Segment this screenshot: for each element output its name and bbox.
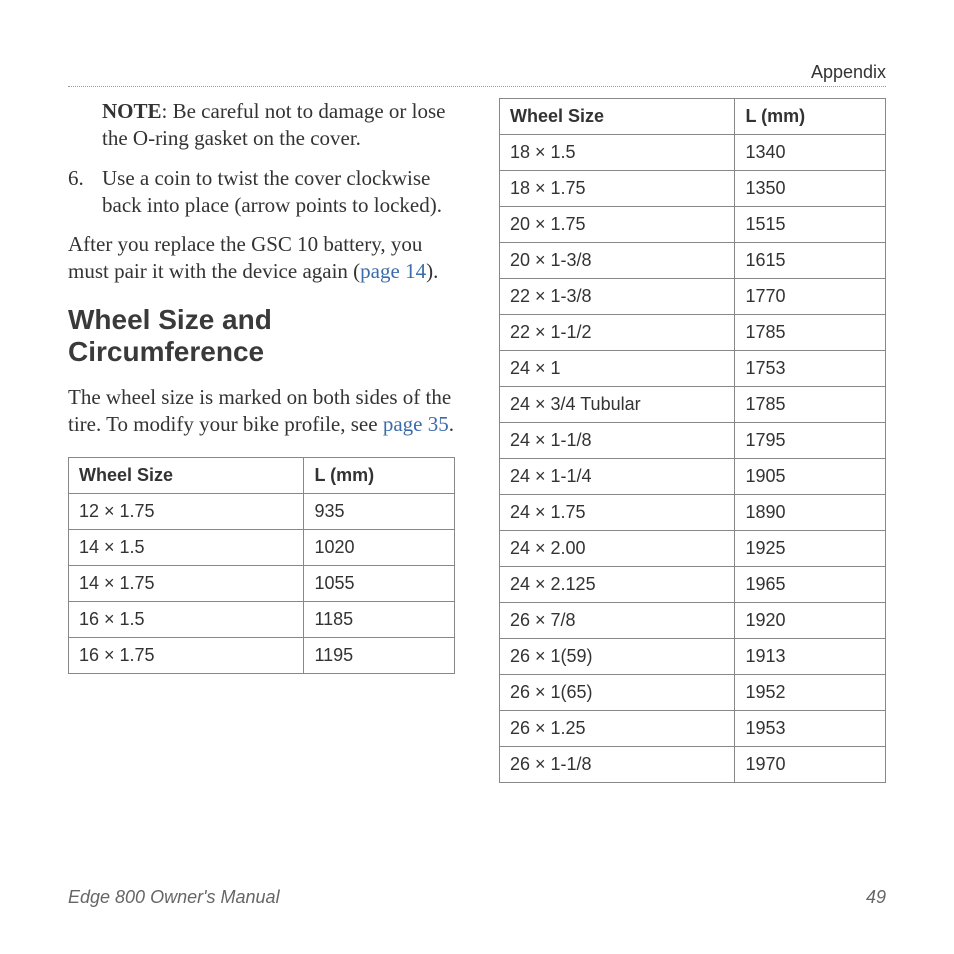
left-column: NOTE: Be careful not to damage or lose t… bbox=[68, 98, 455, 783]
table-row: 26 × 7/81920 bbox=[500, 603, 886, 639]
wheel-size-table-left: Wheel Size L (mm) 12 × 1.75935 14 × 1.51… bbox=[68, 457, 455, 674]
cell-l: 1785 bbox=[735, 315, 886, 351]
wheel-size-table-right: Wheel Size L (mm) 18 × 1.51340 18 × 1.75… bbox=[499, 98, 886, 783]
table-row: 24 × 1-1/41905 bbox=[500, 459, 886, 495]
page-14-link[interactable]: page 14 bbox=[360, 259, 426, 283]
cell-size: 26 × 7/8 bbox=[500, 603, 735, 639]
table-row: 20 × 1-3/81615 bbox=[500, 243, 886, 279]
cell-l: 1350 bbox=[735, 171, 886, 207]
para-after: ). bbox=[426, 259, 438, 283]
cell-l: 1615 bbox=[735, 243, 886, 279]
cell-size: 26 × 1.25 bbox=[500, 711, 735, 747]
note-paragraph: NOTE: Be careful not to damage or lose t… bbox=[102, 98, 455, 153]
table-row: 26 × 1.251953 bbox=[500, 711, 886, 747]
table-row: 24 × 1.751890 bbox=[500, 495, 886, 531]
table-row: 16 × 1.751195 bbox=[69, 637, 455, 673]
table-row: 20 × 1.751515 bbox=[500, 207, 886, 243]
cell-l: 1515 bbox=[735, 207, 886, 243]
cell-l: 1185 bbox=[304, 601, 455, 637]
cell-l: 1952 bbox=[735, 675, 886, 711]
cell-l: 1753 bbox=[735, 351, 886, 387]
table-row: 26 × 1(59)1913 bbox=[500, 639, 886, 675]
table-row: 26 × 1(65)1952 bbox=[500, 675, 886, 711]
cell-l: 1913 bbox=[735, 639, 886, 675]
cell-size: 24 × 3/4 Tubular bbox=[500, 387, 735, 423]
cell-size: 24 × 1-1/4 bbox=[500, 459, 735, 495]
page: Appendix NOTE: Be careful not to damage … bbox=[0, 0, 954, 954]
cell-size: 22 × 1-1/2 bbox=[500, 315, 735, 351]
cell-size: 18 × 1.75 bbox=[500, 171, 735, 207]
col-header-l-mm: L (mm) bbox=[304, 457, 455, 493]
cell-l: 935 bbox=[304, 493, 455, 529]
cell-size: 20 × 1-3/8 bbox=[500, 243, 735, 279]
cell-l: 1195 bbox=[304, 637, 455, 673]
cell-l: 1785 bbox=[735, 387, 886, 423]
table-row: 14 × 1.751055 bbox=[69, 565, 455, 601]
table-row: 22 × 1-3/81770 bbox=[500, 279, 886, 315]
cell-l: 1925 bbox=[735, 531, 886, 567]
intro-after: . bbox=[449, 412, 454, 436]
cell-size: 24 × 2.125 bbox=[500, 567, 735, 603]
cell-l: 1970 bbox=[735, 747, 886, 783]
cell-l: 1795 bbox=[735, 423, 886, 459]
table-row: 24 × 11753 bbox=[500, 351, 886, 387]
header-section: Appendix bbox=[811, 62, 886, 83]
cell-l: 1770 bbox=[735, 279, 886, 315]
cell-size: 24 × 2.00 bbox=[500, 531, 735, 567]
col-header-wheel-size: Wheel Size bbox=[500, 99, 735, 135]
cell-size: 16 × 1.5 bbox=[69, 601, 304, 637]
cell-size: 14 × 1.75 bbox=[69, 565, 304, 601]
content-columns: NOTE: Be careful not to damage or lose t… bbox=[68, 98, 886, 783]
cell-size: 20 × 1.75 bbox=[500, 207, 735, 243]
note-label: NOTE bbox=[102, 99, 162, 123]
table-row: 24 × 1-1/81795 bbox=[500, 423, 886, 459]
list-text: Use a coin to twist the cover clockwise … bbox=[102, 165, 455, 220]
cell-size: 26 × 1(59) bbox=[500, 639, 735, 675]
list-number: 6. bbox=[68, 165, 102, 220]
cell-l: 1055 bbox=[304, 565, 455, 601]
cell-size: 24 × 1-1/8 bbox=[500, 423, 735, 459]
table-row: 18 × 1.751350 bbox=[500, 171, 886, 207]
cell-l: 1340 bbox=[735, 135, 886, 171]
cell-l: 1020 bbox=[304, 529, 455, 565]
table-row: 24 × 2.001925 bbox=[500, 531, 886, 567]
cell-l: 1890 bbox=[735, 495, 886, 531]
table-row: 24 × 3/4 Tubular1785 bbox=[500, 387, 886, 423]
cell-l: 1953 bbox=[735, 711, 886, 747]
cell-l: 1905 bbox=[735, 459, 886, 495]
header-divider bbox=[68, 86, 886, 87]
table-header-row: Wheel Size L (mm) bbox=[69, 457, 455, 493]
table-row: 12 × 1.75935 bbox=[69, 493, 455, 529]
cell-size: 24 × 1.75 bbox=[500, 495, 735, 531]
footer-page-number: 49 bbox=[866, 887, 886, 908]
footer-title: Edge 800 Owner's Manual bbox=[68, 887, 280, 908]
intro-paragraph: The wheel size is marked on both sides o… bbox=[68, 384, 455, 439]
table-row: 22 × 1-1/21785 bbox=[500, 315, 886, 351]
right-column: Wheel Size L (mm) 18 × 1.51340 18 × 1.75… bbox=[499, 98, 886, 783]
section-heading: Wheel Size and Circumference bbox=[68, 304, 455, 368]
col-header-wheel-size: Wheel Size bbox=[69, 457, 304, 493]
cell-l: 1920 bbox=[735, 603, 886, 639]
cell-size: 26 × 1-1/8 bbox=[500, 747, 735, 783]
table-row: 14 × 1.51020 bbox=[69, 529, 455, 565]
page-35-link[interactable]: page 35 bbox=[383, 412, 449, 436]
cell-size: 24 × 1 bbox=[500, 351, 735, 387]
cell-size: 16 × 1.75 bbox=[69, 637, 304, 673]
table-row: 24 × 2.1251965 bbox=[500, 567, 886, 603]
cell-size: 18 × 1.5 bbox=[500, 135, 735, 171]
cell-size: 14 × 1.5 bbox=[69, 529, 304, 565]
cell-size: 12 × 1.75 bbox=[69, 493, 304, 529]
cell-size: 26 × 1(65) bbox=[500, 675, 735, 711]
table-header-row: Wheel Size L (mm) bbox=[500, 99, 886, 135]
pair-paragraph: After you replace the GSC 10 battery, yo… bbox=[68, 231, 455, 286]
col-header-l-mm: L (mm) bbox=[735, 99, 886, 135]
footer: Edge 800 Owner's Manual 49 bbox=[68, 887, 886, 908]
table-row: 26 × 1-1/81970 bbox=[500, 747, 886, 783]
table-row: 16 × 1.51185 bbox=[69, 601, 455, 637]
cell-size: 22 × 1-3/8 bbox=[500, 279, 735, 315]
cell-l: 1965 bbox=[735, 567, 886, 603]
list-item-6: 6. Use a coin to twist the cover clockwi… bbox=[68, 165, 455, 220]
table-row: 18 × 1.51340 bbox=[500, 135, 886, 171]
